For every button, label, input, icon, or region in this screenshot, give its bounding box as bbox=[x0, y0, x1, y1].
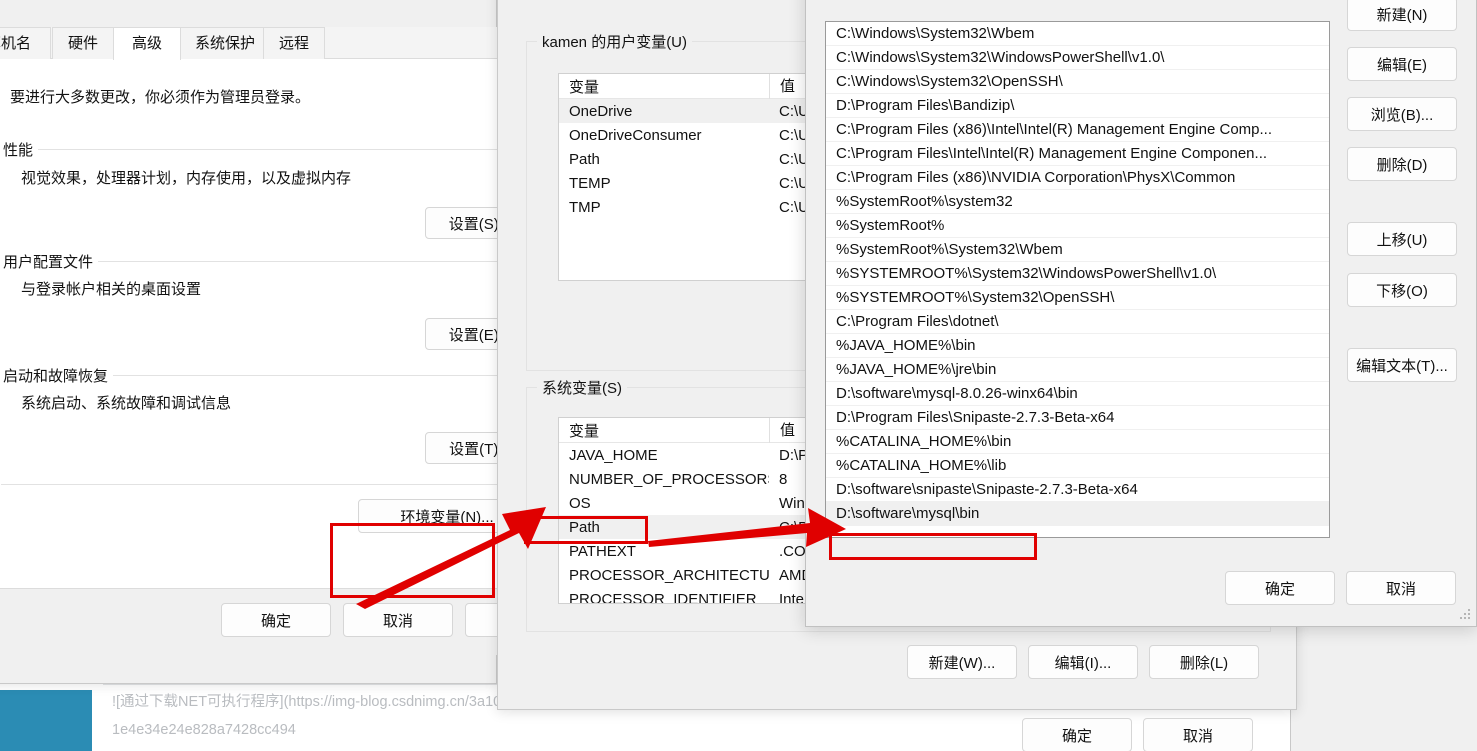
group-divider-env bbox=[1, 484, 561, 485]
path-browse-label: 浏览(B)... bbox=[1370, 106, 1434, 124]
sysprop-cancel-button[interactable]: 取消 bbox=[343, 603, 453, 637]
path-edit-button[interactable]: 编辑(E) bbox=[1347, 47, 1457, 81]
variable-name: TEMP bbox=[569, 174, 611, 192]
system-edit-label: 编辑(I)... bbox=[1054, 654, 1112, 672]
list-item[interactable]: C:\Program Files\Intel\Intel(R) Manageme… bbox=[826, 142, 1329, 166]
column-header-variable: 变量 bbox=[569, 422, 600, 440]
resize-grip-icon[interactable] bbox=[1459, 609, 1471, 621]
group-performance-label: 性能 bbox=[1, 139, 39, 160]
path-move-down-button[interactable]: 下移(O) bbox=[1347, 273, 1457, 307]
variable-name: Path bbox=[569, 150, 600, 168]
variable-name: OS bbox=[569, 494, 591, 512]
edit-environment-variable-window: C:\Windows\System32\Wbem C:\Windows\Syst… bbox=[805, 0, 1477, 627]
variable-name: TMP bbox=[569, 198, 601, 216]
list-item[interactable]: %JAVA_HOME%\jre\bin bbox=[826, 358, 1329, 382]
sysprop-ok-button[interactable]: 确定 bbox=[221, 603, 331, 637]
screenshot-root: ![通过下载NET可执行程序](https://img-blog.csdnimg… bbox=[0, 0, 1477, 751]
editwin-cancel-label: 取消 bbox=[1385, 580, 1416, 598]
advanced-tab-panel: 要进行大多数更改，你必须作为管理员登录。 性能 视觉效果，处理器计划，内存使用，… bbox=[0, 59, 561, 589]
list-item[interactable]: %SystemRoot%\System32\Wbem bbox=[826, 238, 1329, 262]
path-delete-label: 删除(D) bbox=[1376, 156, 1428, 174]
list-item[interactable]: D:\software\snipaste\Snipaste-2.7.3-Beta… bbox=[826, 478, 1329, 502]
list-item[interactable]: C:\Windows\System32\WindowsPowerShell\v1… bbox=[826, 46, 1329, 70]
variable-name: PROCESSOR_IDENTIFIER bbox=[569, 590, 757, 604]
list-item[interactable]: %SystemRoot% bbox=[826, 214, 1329, 238]
list-item[interactable]: %JAVA_HOME%\bin bbox=[826, 334, 1329, 358]
list-item[interactable]: C:\Program Files (x86)\NVIDIA Corporatio… bbox=[826, 166, 1329, 190]
list-item[interactable]: %SystemRoot%\system32 bbox=[826, 190, 1329, 214]
group-startup-recovery: 启动和故障恢复 bbox=[1, 365, 561, 386]
list-item[interactable]: C:\Windows\System32\Wbem bbox=[826, 22, 1329, 46]
editwin-ok-label: 确定 bbox=[1264, 580, 1295, 598]
tab-computer-name[interactable]: 计算机名 bbox=[0, 27, 51, 60]
system-new-button[interactable]: 新建(W)... bbox=[907, 645, 1017, 679]
path-edit-text-button[interactable]: 编辑文本(T)... bbox=[1347, 348, 1457, 382]
list-item[interactable]: C:\Program Files (x86)\Intel\Intel(R) Ma… bbox=[826, 118, 1329, 142]
group-user-profiles-desc: 与登录帐户相关的桌面设置 bbox=[21, 281, 202, 298]
path-move-up-button[interactable]: 上移(U) bbox=[1347, 222, 1457, 256]
envwin-ok-button[interactable]: 确定 bbox=[1022, 718, 1132, 751]
system-variables-group-label: 系统变量(S) bbox=[537, 377, 627, 398]
group-user-profiles: 用户配置文件 bbox=[1, 251, 561, 272]
path-move-up-label: 上移(U) bbox=[1376, 231, 1428, 249]
services-window: 为调... 正在... 手动 将用... 手动(触 CSDN|@漫漫梅溪 bbox=[1290, 610, 1477, 751]
group-performance-desc: 视觉效果，处理器计划，内存使用，以及虚拟内存 bbox=[21, 170, 352, 187]
system-edit-button[interactable]: 编辑(I)... bbox=[1028, 645, 1138, 679]
list-item[interactable]: %CATALINA_HOME%\lib bbox=[826, 454, 1329, 478]
variable-name: NUMBER_OF_PROCESSORS bbox=[569, 470, 769, 488]
envwin-cancel-button[interactable]: 取消 bbox=[1143, 718, 1253, 751]
list-item[interactable]: D:\Program Files\Bandizip\ bbox=[826, 94, 1329, 118]
tab-strip: 计算机名 硬件 高级 系统保护 远程 bbox=[0, 27, 498, 60]
list-item[interactable]: %CATALINA_HOME%\bin bbox=[826, 430, 1329, 454]
list-item[interactable]: C:\Program Files\dotnet\ bbox=[826, 310, 1329, 334]
variable-name: JAVA_HOME bbox=[569, 446, 658, 464]
path-entries-list[interactable]: C:\Windows\System32\Wbem C:\Windows\Syst… bbox=[825, 21, 1330, 538]
variable-name: PATHEXT bbox=[569, 542, 636, 560]
system-properties-footer: 确定 取消 应用 bbox=[0, 589, 575, 655]
group-startup-recovery-label: 启动和故障恢复 bbox=[1, 365, 114, 386]
variable-name: Path bbox=[569, 518, 600, 536]
group-startup-recovery-desc: 系统启动、系统故障和调试信息 bbox=[21, 395, 232, 412]
sysprop-cancel-label: 取消 bbox=[382, 612, 413, 630]
variable-name: OneDrive bbox=[569, 102, 633, 120]
editor-markdown-text: ![通过下载NET可执行程序](https://img-blog.csdnimg… bbox=[112, 694, 502, 751]
column-header-variable: 变量 bbox=[569, 78, 600, 96]
tab-remote[interactable]: 远程 bbox=[263, 27, 325, 60]
tab-hardware[interactable]: 硬件 bbox=[52, 27, 114, 60]
user-variables-group-label: kamen 的用户变量(U) bbox=[537, 31, 693, 52]
editwin-cancel-button[interactable]: 取消 bbox=[1346, 571, 1456, 605]
system-new-label: 新建(W)... bbox=[928, 654, 996, 672]
path-new-label: 新建(N) bbox=[1376, 6, 1428, 24]
tab-system-protection[interactable]: 系统保护 bbox=[180, 27, 264, 60]
list-item-selected[interactable]: D:\software\mysql\bin bbox=[826, 502, 1329, 526]
path-edit-label: 编辑(E) bbox=[1377, 56, 1427, 74]
path-edit-text-label: 编辑文本(T)... bbox=[1356, 357, 1448, 375]
admin-requirement-note: 要进行大多数更改，你必须作为管理员登录。 bbox=[10, 89, 311, 106]
path-move-down-label: 下移(O) bbox=[1376, 282, 1428, 300]
system-delete-button[interactable]: 删除(L) bbox=[1149, 645, 1259, 679]
group-user-profiles-label: 用户配置文件 bbox=[1, 251, 99, 272]
path-delete-button[interactable]: 删除(D) bbox=[1347, 147, 1457, 181]
editwin-ok-button[interactable]: 确定 bbox=[1225, 571, 1335, 605]
sysprop-ok-label: 确定 bbox=[260, 612, 291, 630]
environment-variables-label: 环境变量(N)... bbox=[400, 508, 494, 526]
editor-sidebar-block bbox=[0, 690, 92, 751]
path-new-button[interactable]: 新建(N) bbox=[1347, 0, 1457, 31]
path-browse-button[interactable]: 浏览(B)... bbox=[1347, 97, 1457, 131]
list-item[interactable]: %SYSTEMROOT%\System32\OpenSSH\ bbox=[826, 286, 1329, 310]
tab-advanced[interactable]: 高级 bbox=[113, 27, 181, 60]
list-item[interactable]: D:\Program Files\Snipaste-2.7.3-Beta-x64 bbox=[826, 406, 1329, 430]
envwin-ok-label: 确定 bbox=[1061, 727, 1092, 745]
list-item[interactable]: D:\software\mysql-8.0.26-winx64\bin bbox=[826, 382, 1329, 406]
envwin-title: 环境变量 bbox=[509, 0, 569, 2]
group-performance: 性能 bbox=[1, 139, 561, 160]
list-item[interactable]: C:\Windows\System32\OpenSSH\ bbox=[826, 70, 1329, 94]
system-delete-label: 删除(L) bbox=[1179, 654, 1229, 672]
system-properties-window: 系统属性 计算机名 硬件 高级 系统保护 远程 要进行大多数更改，你必须作为管理… bbox=[0, 0, 575, 684]
variable-name: PROCESSOR_ARCHITECTURE bbox=[569, 566, 769, 584]
list-item[interactable]: %SYSTEMROOT%\System32\WindowsPowerShell\… bbox=[826, 262, 1329, 286]
editor-divider bbox=[103, 684, 503, 685]
envwin-cancel-label: 取消 bbox=[1182, 727, 1213, 745]
variable-name: OneDriveConsumer bbox=[569, 126, 702, 144]
